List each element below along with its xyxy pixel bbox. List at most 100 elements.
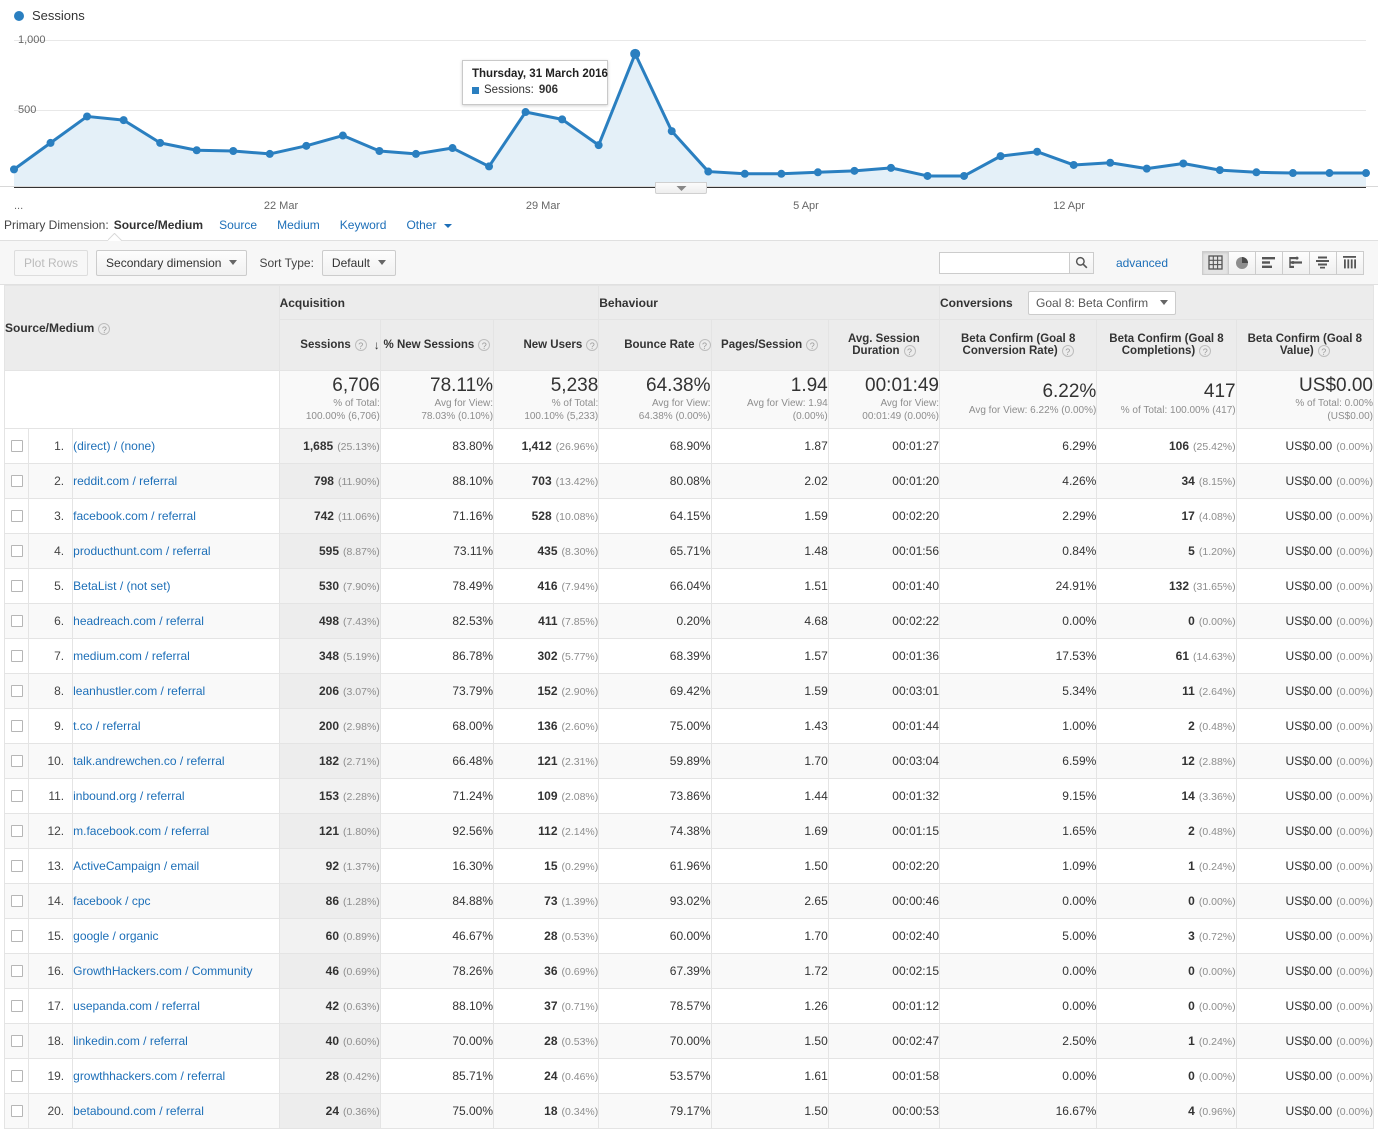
primary-dimension-other[interactable]: Other [406, 218, 452, 232]
row-source-medium-cell[interactable]: linkedin.com / referral [72, 1023, 280, 1059]
row-checkbox-cell[interactable] [3, 883, 30, 919]
row-source-medium-link[interactable]: GrowthHackers.com / Community [73, 964, 252, 978]
row-source-medium-cell[interactable]: usepanda.com / referral [72, 988, 280, 1024]
row-checkbox[interactable] [11, 475, 23, 487]
primary-dimension-medium[interactable]: Medium [277, 218, 320, 232]
row-checkbox-cell[interactable] [3, 778, 30, 814]
sessions-data-point[interactable] [1106, 158, 1115, 167]
sessions-data-point[interactable] [1033, 147, 1042, 156]
sessions-data-point[interactable] [1252, 168, 1261, 177]
row-source-medium-cell[interactable]: reddit.com / referral [72, 463, 280, 499]
sessions-data-point[interactable] [119, 116, 128, 125]
table-row[interactable]: 4. producthunt.com / referral 595 (8.87%) 73… [3, 533, 1375, 569]
row-checkbox-cell[interactable] [3, 1023, 30, 1059]
row-source-medium-link[interactable]: BetaList / (not set) [73, 579, 170, 593]
help-icon[interactable]: ? [1199, 344, 1212, 357]
table-row[interactable]: 19. growthhackers.com / referral 28 (0.42%)… [3, 1058, 1375, 1094]
sessions-data-point[interactable] [923, 171, 932, 180]
column-header-sessions[interactable]: Sessions? ↓ [278, 319, 381, 371]
row-source-medium-link[interactable]: t.co / referral [73, 719, 140, 733]
table-row[interactable]: 16. GrowthHackers.com / Community 46 (0.69%… [3, 953, 1375, 989]
row-checkbox-cell[interactable] [3, 848, 30, 884]
sessions-data-point[interactable] [521, 108, 530, 117]
row-source-medium-cell[interactable]: facebook.com / referral [72, 498, 280, 534]
row-source-medium-cell[interactable]: GrowthHackers.com / Community [72, 953, 280, 989]
column-header-goal-completions[interactable]: Beta Confirm (Goal 8 Completions)? [1096, 319, 1237, 371]
sessions-data-point[interactable] [375, 146, 384, 155]
row-source-medium-link[interactable]: inbound.org / referral [73, 789, 184, 803]
row-checkbox-cell[interactable] [3, 603, 30, 639]
sessions-data-point[interactable] [1215, 166, 1224, 175]
row-checkbox-cell[interactable] [3, 953, 30, 989]
table-row[interactable]: 15. google / organic 60 (0.89%) 46.67% 28 (0.5… [3, 918, 1375, 954]
row-source-medium-cell[interactable]: BetaList / (not set) [72, 568, 280, 604]
row-checkbox-cell[interactable] [3, 568, 30, 604]
sessions-data-point[interactable] [229, 146, 238, 155]
row-source-medium-cell[interactable]: medium.com / referral [72, 638, 280, 674]
row-source-medium-cell[interactable]: betabound.com / referral [72, 1093, 280, 1129]
row-checkbox-cell[interactable] [3, 673, 30, 709]
row-checkbox[interactable] [11, 615, 23, 627]
row-source-medium-cell[interactable]: leanhustler.com / referral [72, 673, 280, 709]
sessions-data-point[interactable] [192, 146, 201, 155]
sessions-data-point[interactable] [850, 166, 859, 175]
sessions-data-point[interactable] [960, 171, 969, 180]
plot-rows-button[interactable]: Plot Rows [14, 249, 89, 276]
sessions-data-point[interactable] [485, 162, 494, 171]
sessions-data-point[interactable] [1142, 164, 1151, 173]
search-button[interactable] [1068, 251, 1094, 274]
table-row[interactable]: 14. facebook / cpc 86 (1.28%) 84.88% 73 (1.39%… [3, 883, 1375, 919]
help-icon[interactable]: ? [586, 338, 599, 351]
row-source-medium-cell[interactable]: ActiveCampaign / email [72, 848, 280, 884]
help-icon[interactable]: ? [806, 338, 819, 351]
row-checkbox-cell[interactable] [3, 428, 30, 464]
row-checkbox[interactable] [11, 965, 23, 977]
row-checkbox[interactable] [11, 545, 23, 557]
sessions-data-point[interactable] [411, 149, 420, 158]
row-source-medium-link[interactable]: talk.andrewchen.co / referral [73, 754, 224, 768]
sessions-data-point[interactable] [886, 163, 895, 172]
sessions-data-point[interactable] [302, 141, 311, 150]
table-row[interactable]: 10. talk.andrewchen.co / referral 182 (2.71… [3, 743, 1375, 779]
column-header-goal-conversion-rate[interactable]: Beta Confirm (Goal 8 Conversion Rate)? [938, 319, 1098, 371]
row-source-medium-link[interactable]: facebook.com / referral [73, 509, 196, 523]
sort-type-button[interactable]: Default [321, 249, 396, 276]
conversions-goal-select[interactable]: Goal 8: Beta Confirm [1028, 290, 1177, 315]
column-header-avg-duration[interactable]: Avg. Session Duration? [827, 319, 941, 371]
row-checkbox[interactable] [11, 860, 23, 872]
sessions-data-point[interactable] [704, 167, 713, 176]
table-view-icon[interactable] [1202, 250, 1229, 275]
pie-view-icon[interactable] [1229, 250, 1256, 275]
sessions-data-point[interactable] [156, 138, 165, 147]
table-row[interactable]: 12. m.facebook.com / referral 121 (1.80%) 92… [3, 813, 1375, 849]
row-checkbox-cell[interactable] [3, 988, 30, 1024]
sessions-data-point[interactable] [558, 115, 567, 124]
row-checkbox-cell[interactable] [3, 813, 30, 849]
sessions-data-point[interactable] [813, 168, 822, 177]
row-checkbox[interactable] [11, 580, 23, 592]
chart-expand-button[interactable] [655, 182, 707, 194]
row-source-medium-cell[interactable]: t.co / referral [72, 708, 280, 744]
table-row[interactable]: 5. BetaList / (not set) 530 (7.90%) 78.49% 41… [3, 568, 1375, 604]
table-row[interactable]: 13. ActiveCampaign / email 92 (1.37%) 16.30%… [3, 848, 1375, 884]
row-source-medium-link[interactable]: betabound.com / referral [73, 1104, 204, 1118]
row-checkbox-cell[interactable] [3, 498, 30, 534]
table-row[interactable]: 6. headreach.com / referral 498 (7.43%) 82.5… [3, 603, 1375, 639]
sessions-data-point[interactable] [46, 138, 55, 147]
search-input[interactable] [938, 251, 1069, 274]
comparison-view-icon[interactable] [1283, 250, 1310, 275]
help-icon[interactable]: ? [698, 338, 711, 351]
row-source-medium-cell[interactable]: talk.andrewchen.co / referral [72, 743, 280, 779]
row-source-medium-cell[interactable]: google / organic [72, 918, 280, 954]
row-source-medium-cell[interactable]: growthhackers.com / referral [72, 1058, 280, 1094]
table-row[interactable]: 8. leanhustler.com / referral 206 (3.07%) 73… [3, 673, 1375, 709]
sessions-data-point[interactable] [630, 48, 641, 59]
row-checkbox[interactable] [11, 895, 23, 907]
column-header-goal-value[interactable]: Beta Confirm (Goal 8 Value)? [1235, 319, 1375, 371]
row-checkbox[interactable] [11, 650, 23, 662]
row-checkbox[interactable] [11, 1000, 23, 1012]
advanced-link[interactable]: advanced [1116, 256, 1168, 270]
table-row[interactable]: 17. usepanda.com / referral 42 (0.63%) 88.10… [3, 988, 1375, 1024]
row-checkbox-cell[interactable] [3, 743, 30, 779]
row-source-medium-link[interactable]: facebook / cpc [73, 894, 150, 908]
